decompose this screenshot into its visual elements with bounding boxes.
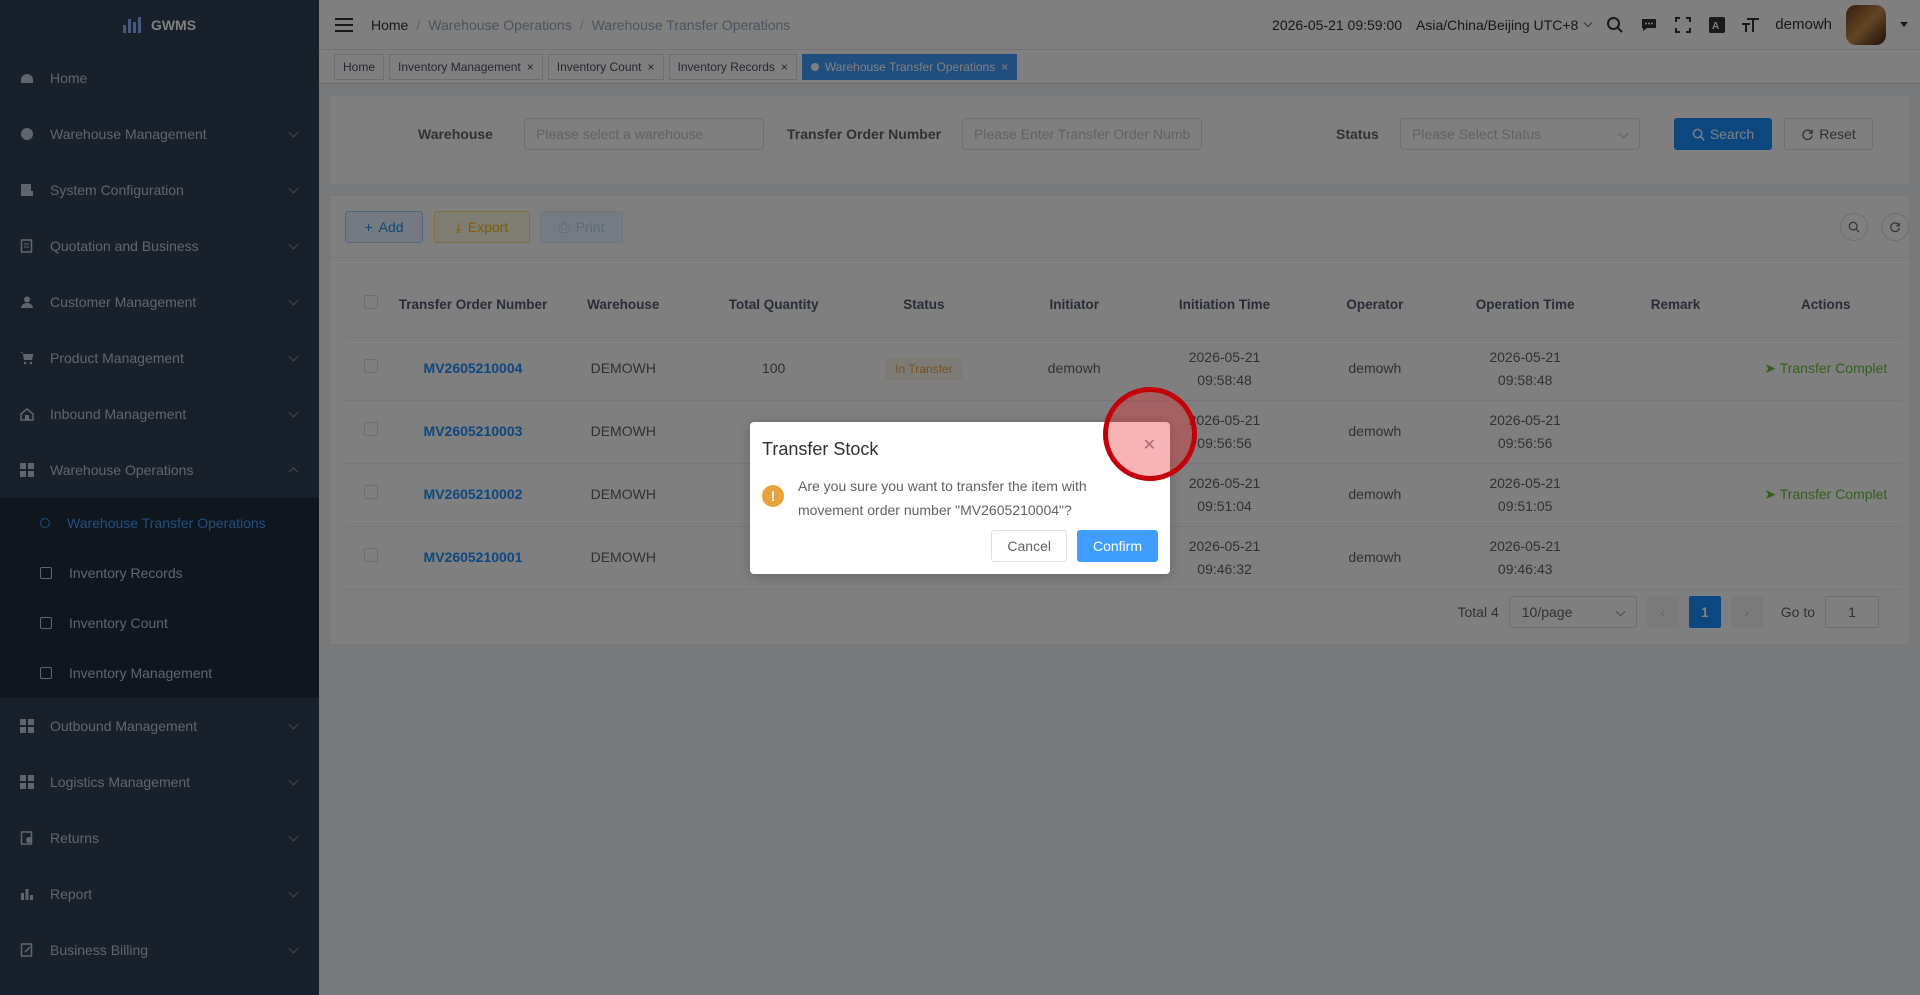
warning-icon: ! — [762, 485, 784, 507]
transfer-stock-dialog: Transfer Stock ✕ ! Are you sure you want… — [750, 422, 1170, 574]
close-icon[interactable]: ✕ — [1143, 435, 1156, 455]
dialog-message: Are you sure you want to transfer the it… — [798, 478, 1087, 518]
confirm-button[interactable]: Confirm — [1076, 530, 1158, 562]
cancel-button[interactable]: Cancel — [991, 530, 1067, 562]
dialog-title: Transfer Stock — [762, 439, 879, 459]
